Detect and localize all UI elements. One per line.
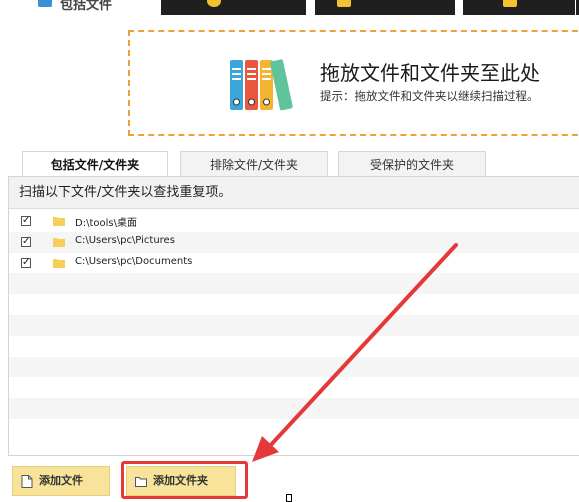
highlight-box xyxy=(121,461,248,499)
folder-icon xyxy=(53,237,65,247)
drop-zone[interactable]: 拖放文件和文件夹至此处 提示：拖放文件和文件夹以继续扫描过程。 xyxy=(128,30,579,136)
text-cursor-icon xyxy=(286,494,292,502)
list-item[interactable]: ✓ D:\tools\桌面 xyxy=(9,211,579,232)
list-item[interactable]: ✓ C:\Users\pc\Documents xyxy=(9,253,579,274)
checkbox[interactable]: ✓ xyxy=(21,257,31,268)
tab-exclude[interactable]: 排除文件/文件夹 xyxy=(180,151,328,177)
drop-zone-title: 拖放文件和文件夹至此处 xyxy=(320,61,540,85)
file-icon xyxy=(21,475,33,488)
top-tab-include[interactable]: 包括文件 xyxy=(0,0,152,15)
top-tab-icon xyxy=(503,0,517,7)
drop-zone-tip: 提示：拖放文件和文件夹以继续扫描过程。 xyxy=(320,89,539,103)
panel-header: 扫描以下文件/文件夹以查找重复项。 xyxy=(9,177,579,209)
tab-include[interactable]: 包括文件/文件夹 xyxy=(22,151,168,178)
item-path: D:\tools\桌面 xyxy=(75,218,137,229)
empty-row xyxy=(9,336,579,357)
top-tab-2[interactable] xyxy=(161,0,306,15)
folder-list: ✓ D:\tools\桌面 ✓ C:\Users\pc\Pictures ✓ C… xyxy=(9,211,579,440)
top-tab-4[interactable] xyxy=(463,0,575,15)
top-tab-icon xyxy=(207,0,221,7)
tab-protected[interactable]: 受保护的文件夹 xyxy=(338,151,486,177)
top-tab-icon xyxy=(337,0,351,7)
top-tab-3[interactable] xyxy=(315,0,455,15)
add-file-label: 添加文件 xyxy=(39,474,83,487)
empty-row xyxy=(9,294,579,315)
empty-row xyxy=(9,398,579,419)
item-path: C:\Users\pc\Pictures xyxy=(75,234,175,246)
empty-row xyxy=(9,419,579,440)
empty-row xyxy=(9,273,579,295)
binders-icon xyxy=(230,59,293,111)
list-item[interactable]: ✓ C:\Users\pc\Pictures xyxy=(9,231,579,253)
top-tab-label: 包括文件 xyxy=(60,0,113,13)
empty-row xyxy=(9,377,579,398)
folder-icon xyxy=(53,217,65,226)
item-path: C:\Users\pc\Documents xyxy=(75,255,193,267)
add-file-button[interactable]: 添加文件 xyxy=(12,466,110,496)
checkbox[interactable]: ✓ xyxy=(21,236,31,247)
top-tab-bar: 包括文件 xyxy=(0,0,579,15)
checkbox[interactable]: ✓ xyxy=(21,216,31,226)
empty-row xyxy=(9,356,579,378)
top-tab-icon xyxy=(38,0,52,7)
folder-icon xyxy=(53,258,65,268)
empty-row xyxy=(9,314,579,336)
folder-list-panel: 扫描以下文件/文件夹以查找重复项。 ✓ D:\tools\桌面 ✓ C:\Use… xyxy=(8,176,579,456)
